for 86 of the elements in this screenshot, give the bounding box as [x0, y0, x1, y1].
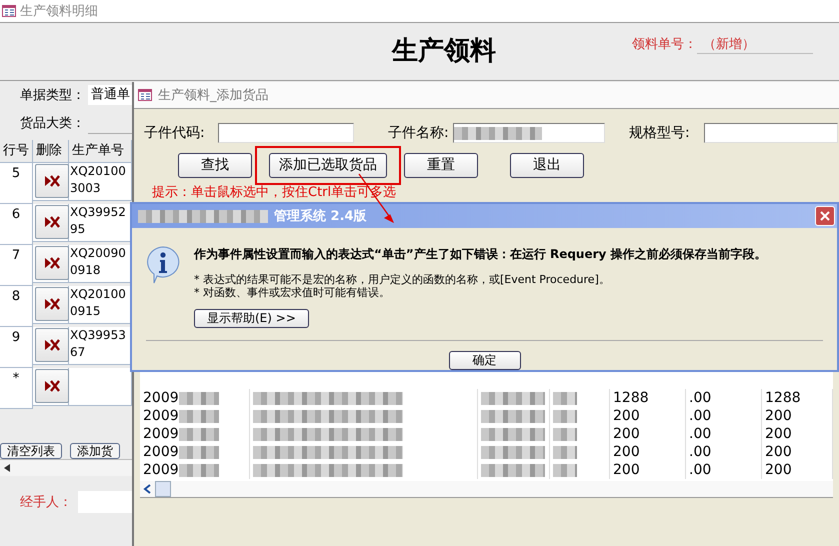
blurred-text — [481, 392, 545, 404]
blurred-text — [553, 446, 577, 458]
table-cell: XQ20100 0915 — [69, 286, 132, 324]
table-cell: .00 — [686, 389, 762, 407]
table-cell: * — [0, 368, 33, 409]
table-cell: 1288 — [762, 389, 833, 407]
delete-icon — [44, 175, 60, 187]
column-header: 生产单号 — [69, 140, 132, 163]
delete-icon — [44, 298, 60, 310]
dialog-button[interactable]: 重置 — [404, 152, 478, 178]
table-cell: 200 — [762, 461, 833, 479]
form-icon — [138, 89, 152, 101]
delete-icon — [44, 339, 60, 351]
table-cell: .00 — [686, 407, 762, 425]
table-cell: .00 — [686, 425, 762, 443]
blurred-text — [553, 392, 577, 404]
table-cell: 5 — [0, 163, 33, 204]
delete-icon — [44, 257, 60, 269]
blurred-text — [553, 464, 577, 476]
blurred-text — [481, 464, 545, 476]
message-box-title: 管理系统 2.4版 — [274, 208, 367, 225]
dialog-button[interactable]: 退出 — [510, 152, 584, 178]
table-cell: 200 — [610, 407, 686, 425]
blurred-text — [553, 410, 577, 422]
field-label: 领料单号： — [632, 36, 697, 54]
blurred-text — [553, 428, 577, 440]
dialog-title: 生产领料_添加货品 — [158, 87, 268, 104]
order-number: （新增） — [697, 35, 813, 54]
dialog-button[interactable]: 查找 — [178, 152, 252, 178]
error-detail: * 对函数、事件或宏求值时可能有错误。 — [194, 286, 391, 299]
field-label: 单据类型： — [20, 87, 86, 104]
table-cell: 200 — [762, 407, 833, 425]
table-cell: XQ20090 0918 — [69, 245, 132, 283]
blurred-text — [178, 446, 219, 458]
blurred-text — [178, 464, 219, 476]
table-cell: 9 — [0, 327, 33, 368]
field-label: 子件代码: — [144, 124, 206, 142]
table-cell: 2009 — [143, 425, 179, 443]
table-cell: 7 — [0, 245, 33, 286]
table-cell: XQ39952 95 — [69, 204, 132, 242]
field-label: 子件名称: — [388, 124, 450, 142]
input-field[interactable] — [704, 123, 838, 143]
field-label: 经手人： — [20, 494, 73, 511]
table-cell: .00 — [686, 443, 762, 461]
list-button[interactable]: 添加货 — [70, 443, 120, 459]
dialog-button[interactable]: 添加已选取货品 — [269, 152, 387, 178]
blurred-text — [481, 428, 545, 440]
table-cell: 2009 — [143, 461, 179, 479]
table-cell: 200 — [610, 443, 686, 461]
error-detail: * 表达式的结果可能不是宏的名称，用户定义的函数的名称，或[Event Procedure]。 — [194, 273, 611, 286]
table-cell: 200 — [610, 461, 686, 479]
blurred-text — [178, 428, 219, 440]
table-cell: 1288 — [610, 389, 686, 407]
input-field[interactable] — [453, 123, 605, 143]
blurred-text — [178, 392, 219, 404]
input-field[interactable] — [218, 123, 354, 143]
table-cell: 200 — [762, 443, 833, 461]
window-title: 生产领料明细 — [20, 3, 98, 20]
table-cell: 200 — [762, 425, 833, 443]
close-icon — [820, 211, 830, 221]
field-label: 规格型号: — [629, 124, 691, 142]
form-title: 生产领料 — [392, 35, 496, 68]
table-cell: .00 — [686, 461, 762, 479]
blurred-text — [481, 410, 545, 422]
table-cell: 2009 — [143, 407, 179, 425]
blurred-text — [481, 446, 545, 458]
table-cell: 8 — [0, 286, 33, 327]
info-icon — [146, 246, 180, 284]
table-cell: XQ39953 67 — [69, 327, 132, 365]
help-button[interactable]: 显示帮助(E) >> — [194, 309, 309, 328]
table-cell: 2009 — [143, 389, 179, 407]
delete-icon — [44, 380, 60, 392]
error-message: 作为事件属性设置而输入的表达式“单击”产生了如下错误：在运行 Requery 操作之前必须保存当前字段。 — [194, 246, 767, 263]
table-cell: XQ20100 3003 — [69, 163, 132, 201]
scroll-thumb[interactable] — [155, 481, 171, 497]
blurred-text — [178, 410, 219, 422]
table-cell: 200 — [610, 425, 686, 443]
delete-icon — [44, 216, 60, 228]
ok-button[interactable]: 确定 — [448, 351, 520, 370]
column-header: 删除 — [33, 140, 69, 163]
table-cell: 6 — [0, 204, 33, 245]
table-cell: 2009 — [143, 443, 179, 461]
list-button[interactable]: 清空列表 — [0, 443, 62, 459]
field-label: 货品大类： — [20, 115, 86, 132]
close-button[interactable] — [815, 206, 835, 226]
column-header: 行号 — [0, 140, 33, 163]
